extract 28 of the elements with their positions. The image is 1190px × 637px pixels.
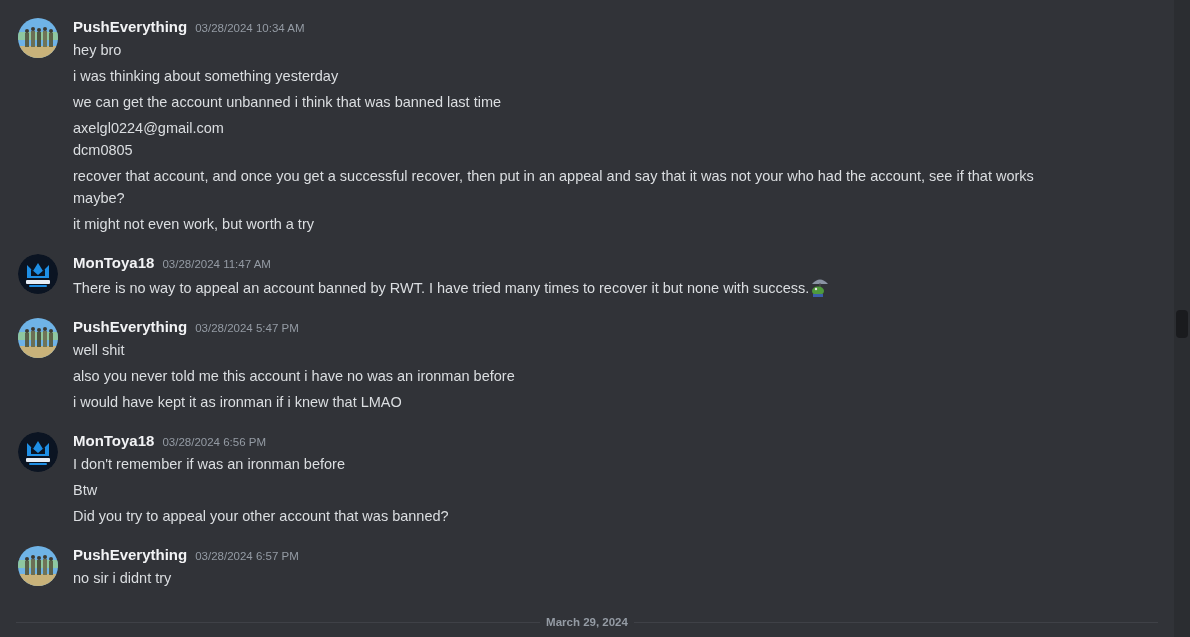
username[interactable]: MonToya18: [73, 430, 155, 452]
message-text: well shit: [73, 341, 126, 360]
message-text: There is no way to appeal an account banned by RWT. I have tried many times to recover it but none with success.: [73, 275, 832, 299]
message-text: i would have kept it as ironman if i knew that LMAO: [73, 393, 403, 412]
message-text: also you never told me this account i have no was an ironman before: [73, 367, 515, 386]
username[interactable]: PushEverything: [73, 316, 188, 338]
date-divider-label: March 29, 2024: [545, 614, 629, 630]
message-text: i was thinking about something yesterday: [73, 67, 340, 86]
message-text: hey bro: [73, 41, 123, 60]
message-text: axelgl0224@gmail.com: [73, 119, 225, 138]
crown-logo-icon: [18, 254, 58, 294]
timestamp: 03/28/2024 10:34 AM: [195, 21, 305, 36]
timestamp: 03/28/2024 5:47 PM: [195, 321, 299, 336]
message-text: no sir i didnt try: [73, 569, 173, 588]
message-text: Btw: [73, 481, 99, 500]
username[interactable]: PushEverything: [73, 544, 188, 566]
message-text: dcm0805: [73, 141, 134, 160]
timestamp: 03/28/2024 6:57 PM: [195, 549, 299, 564]
message-text: we can get the account unbanned i think that was banned last time: [73, 93, 503, 112]
message-text: Did you try to appeal your other account that was banned?: [73, 507, 449, 526]
timestamp: 03/28/2024 11:47 AM: [162, 257, 271, 272]
crown-logo-icon: [18, 432, 58, 472]
username[interactable]: MonToya18: [73, 252, 155, 274]
timestamp: 03/28/2024 6:56 PM: [162, 435, 266, 450]
message-text: recover that account, and once you get a successful recover, then put in an appeal and say that it was not your who had the account, see if that works maybe?: [73, 167, 1035, 208]
message-text: it might not even work, but worth a try: [73, 215, 315, 234]
message-text: I don't remember if was an ironman before: [73, 455, 346, 474]
username[interactable]: PushEverything: [73, 16, 188, 38]
